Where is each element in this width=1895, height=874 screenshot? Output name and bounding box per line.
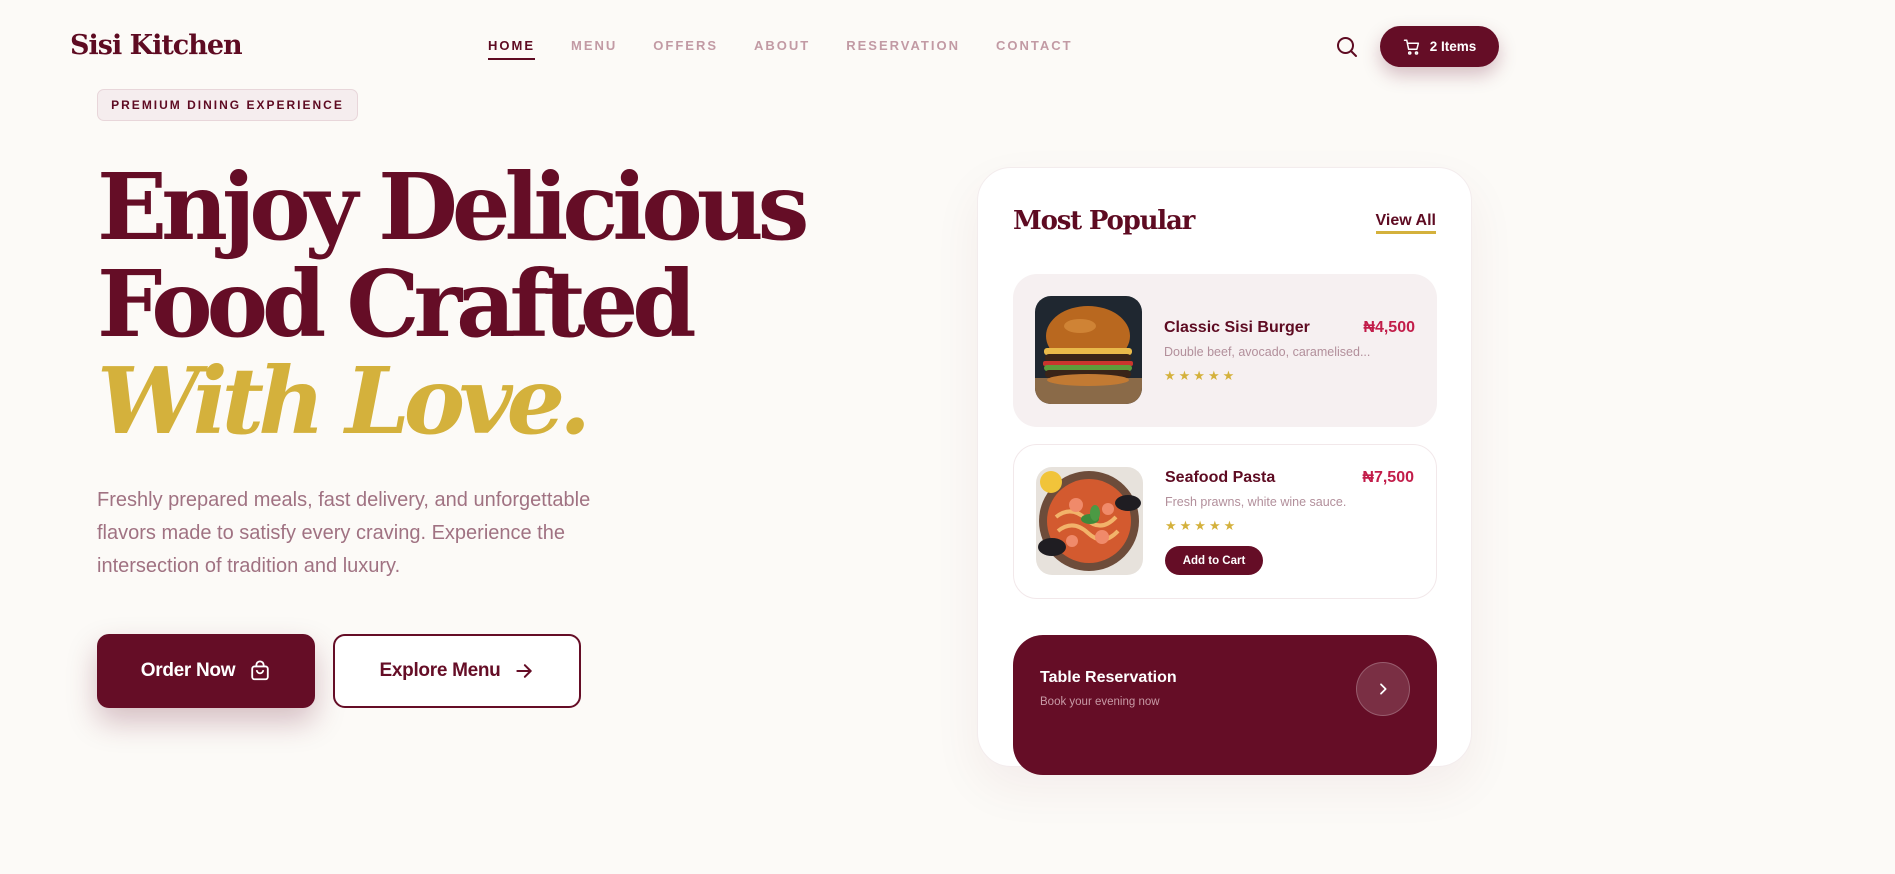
cart-icon [1403,39,1419,55]
burger-image [1035,296,1142,404]
most-popular-title: Most Popular [1013,206,1195,236]
item-name: Seafood Pasta [1165,469,1276,486]
brand-logo[interactable]: Sisi Kitchen [70,30,243,61]
reservation-arrow-button[interactable] [1356,662,1410,716]
table-reservation-card[interactable]: Table Reservation Book your evening now [1013,635,1437,775]
arrow-right-icon [516,664,533,678]
order-now-label: Order Now [140,660,236,681]
explore-menu-button[interactable]: Explore Menu [333,634,581,708]
shopping-bag-icon [251,660,269,681]
nav-about[interactable]: ABOUT [754,38,810,60]
nav-contact[interactable]: CONTACT [996,38,1073,60]
popular-item-pasta[interactable]: Seafood Pasta ₦7,500 Fresh prawns, white… [1013,444,1437,599]
most-popular-card: Most Popular View All Classic Sisi Burge… [977,167,1472,775]
hero-title-line1: Enjoy Delicious [97,153,809,261]
hero-title-line2: Food Crafted [97,250,697,358]
nav-offers[interactable]: OFFERS [653,38,718,60]
hero-description: Freshly prepared meals, fast delivery, a… [97,489,591,577]
item-price: ₦4,500 [1363,319,1415,336]
nav-menu[interactable]: MENU [571,38,617,60]
order-now-button[interactable]: Order Now [97,634,315,708]
star-rating: ★★★★★ [1165,518,1239,533]
popular-item-burger[interactable]: Classic Sisi Burger ₦4,500 Double beef, … [1013,274,1437,427]
pasta-image [1036,467,1143,575]
explore-menu-label: Explore Menu [379,660,501,681]
search-button[interactable] [1335,35,1359,59]
premium-badge: PREMIUM DINING EXPERIENCE [97,89,358,121]
reservation-title: Table Reservation [1040,669,1177,686]
nav-reservation[interactable]: RESERVATION [846,38,960,60]
cart-label: 2 Items [1429,39,1477,54]
nav-home[interactable]: HOME [488,38,535,60]
search-icon [1337,37,1357,57]
hero-title-line3: With Love. [97,347,591,455]
chevron-right-icon [1380,683,1387,695]
reservation-subtitle: Book your evening now [1040,696,1160,708]
main-nav: HOME MENU OFFERS ABOUT RESERVATION CONTA… [488,38,1073,60]
cart-button[interactable]: 2 Items [1380,26,1499,67]
add-to-cart-button[interactable]: Add to Cart [1165,546,1263,575]
view-all-link[interactable]: View All [1375,212,1436,234]
star-rating: ★★★★★ [1164,368,1238,383]
item-description: Double beef, avocado, caramelised... [1164,345,1371,359]
item-price: ₦7,500 [1362,469,1414,486]
item-description: Fresh prawns, white wine sauce. [1165,495,1347,509]
item-name: Classic Sisi Burger [1164,319,1310,336]
